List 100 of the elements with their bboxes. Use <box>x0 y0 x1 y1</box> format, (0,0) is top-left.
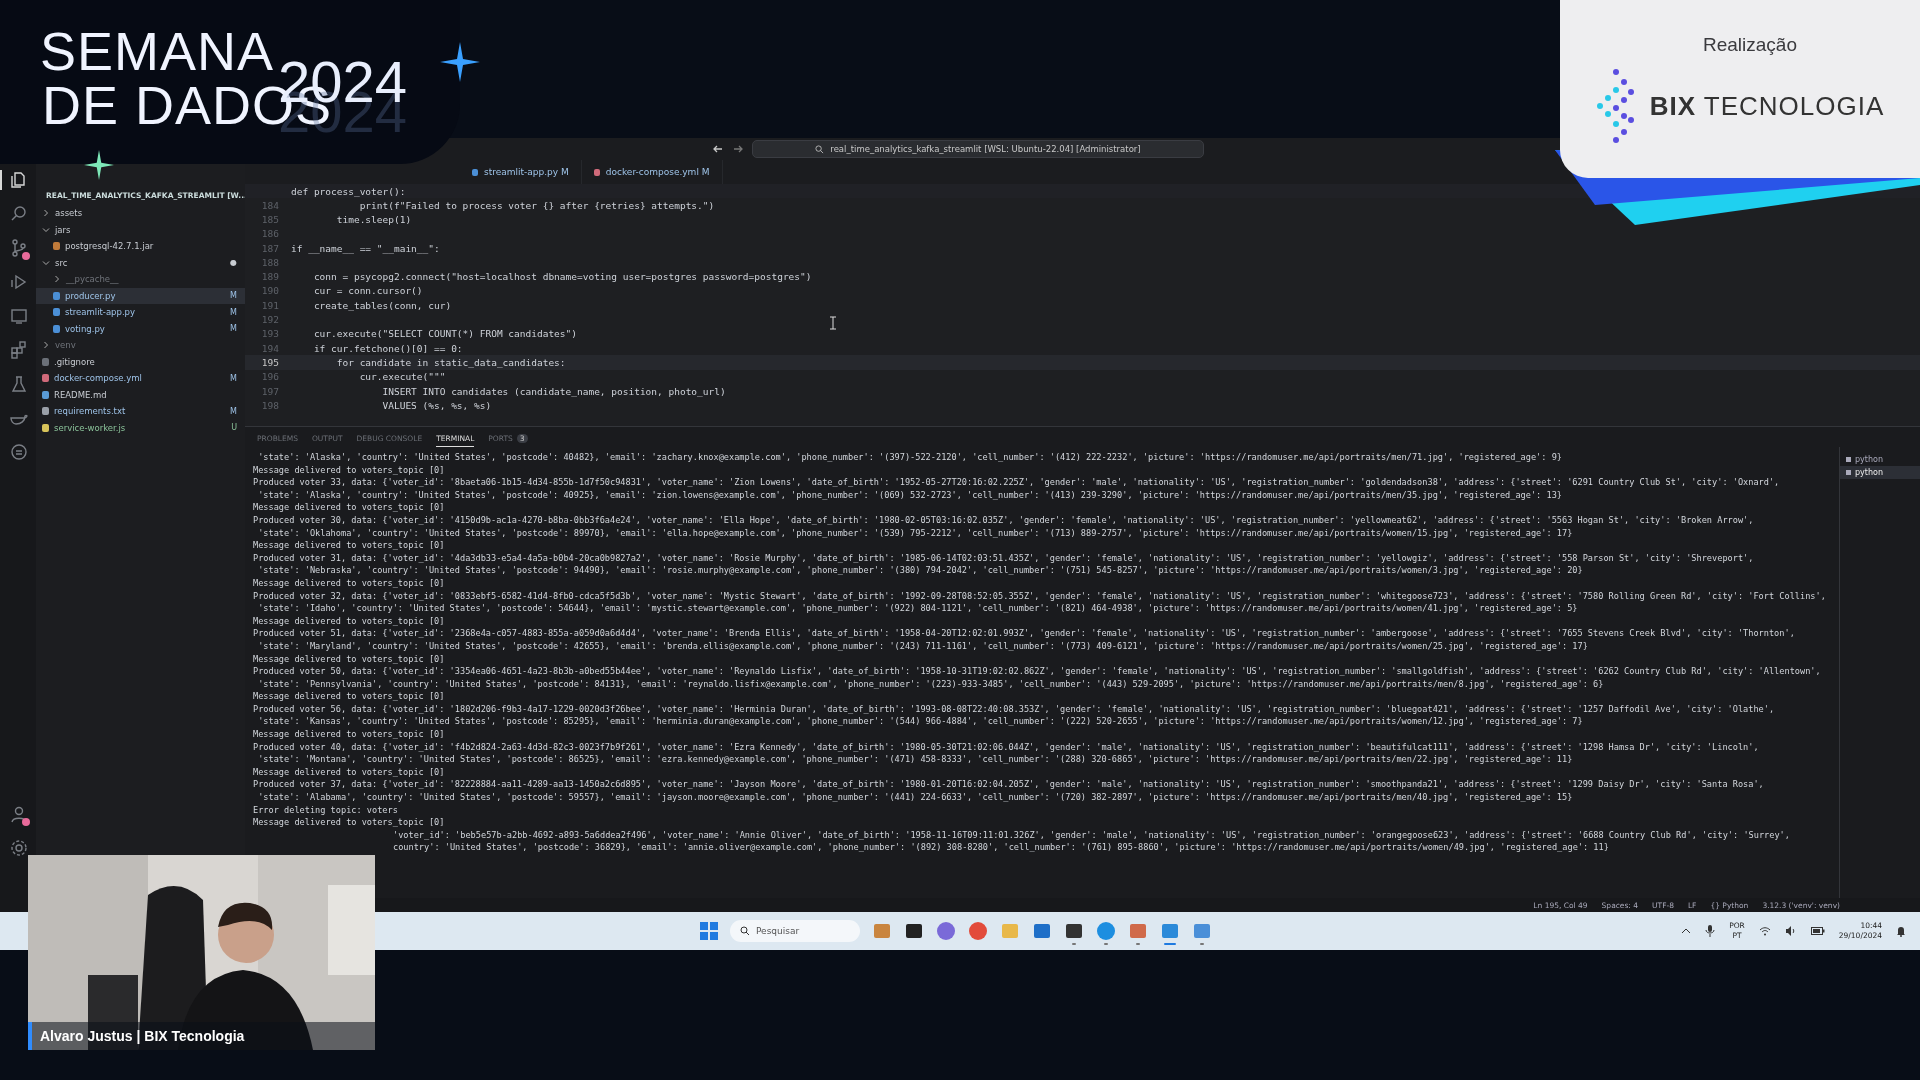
testing-icon[interactable] <box>9 374 29 394</box>
source-control-icon[interactable] <box>9 238 29 258</box>
terminal-line: 'state': 'Pennsylvania', 'country': 'United States', 'postcode': 84131}, 'email': 'reynaldo.lisfix@example.com', 'phone_number': '(223)-933-3485', 'cell_number': '(443) 529-2095', 'picture': 'https://randomuser.me/api/portraits/men/8.jpg', 'registered_age': 6} <box>257 677 1605 691</box>
code-line: cur = conn.cursor() <box>312 285 423 297</box>
file-tree-item[interactable]: streamlit-app.py M <box>36 304 245 321</box>
terminal-session[interactable]: python <box>1840 466 1920 479</box>
settings-icon[interactable] <box>9 838 29 858</box>
wifi-icon[interactable] <box>1758 926 1771 936</box>
terminal-line: 'state': 'Alabama', 'country': 'United States', 'postcode': 59557}, 'email': 'jayson.moore@example.com', 'phone_number': '(441) 224-6633', 'cell_number': '(720) 382-2897', 'picture': 'https://randomuser.me/api/portraits/men/40.jpg', 'registered_age': 15} <box>257 791 1574 804</box>
terminal-line: 'state': 'Kansas', 'country': 'United States', 'postcode': 85295}, 'email': 'herminia.duran@example.com', 'phone_number': '(544) 966-4884', 'cell_number': '(222) 520-2655', 'picture': 'https://randomuser.me/api/portraits/women/12.jpg', 'registered_age': 7} <box>257 715 1584 729</box>
terminal-line: Error deleting topic: voters <box>253 803 399 817</box>
code-line: if cur.fetchone()[0] == 0: <box>312 342 463 354</box>
file-tree-item[interactable]: __pycache__ <box>36 271 245 288</box>
terminal-session[interactable]: python <box>1840 453 1920 466</box>
terminal-line: Message delivered to voters_topic [0] <box>253 463 446 477</box>
terminal-line: Message delivered to voters_topic [0] <box>253 765 446 779</box>
git-status: U <box>231 423 237 433</box>
extensions-icon[interactable] <box>9 340 29 360</box>
file-tree-item[interactable]: jars <box>36 221 245 238</box>
command-center[interactable]: real_time_analytics_kafka_streamlit [WSL: Ubuntu-22.04] [Administrator] <box>752 140 1204 158</box>
search-icon <box>815 144 825 154</box>
py-file-icon <box>472 168 478 176</box>
git-status: M <box>230 406 237 416</box>
terminal-line: Message delivered to voters_topic [0] <box>253 652 446 666</box>
chevron-up-icon[interactable] <box>1681 926 1692 936</box>
file-tree-item[interactable]: assets <box>36 205 245 222</box>
git-file-icon <box>42 357 49 366</box>
line-number: 195 <box>260 356 280 368</box>
line-number: 198 <box>260 399 280 411</box>
file-tree-item[interactable]: docker-compose.yml M <box>36 370 245 387</box>
line-number: 197 <box>260 385 280 397</box>
file-tree-item[interactable]: requirements.txt M <box>36 403 245 420</box>
terminal-line: Message delivered to voters_topic [0] <box>253 690 446 703</box>
yml-file-icon <box>42 374 49 383</box>
git-status: M <box>230 373 237 383</box>
line-number: 196 <box>260 371 280 383</box>
file-tree-item[interactable]: README.md <box>36 386 245 403</box>
terminal-line: Produced voter 50, data: {'voter_id': '3354ea06-4651-4a23-8b3b-a0bed55b44ee', 'voter_name': 'Reynaldo Lisfix', 'date_of_birth': '1958-10-31T19:02:02.862Z', 'gender': 'female', 'nationality': 'US', 'registration_number': 'smallgoldfish', 'address': {'street': '6262 Country Club Rd', 'city': 'Allentown', <box>253 665 1822 678</box>
git-status: M <box>230 324 237 334</box>
terminal-line: Message delivered to voters_topic [0] <box>253 728 446 741</box>
file-tree-item[interactable]: service-worker.js U <box>36 419 245 436</box>
file-tree-item[interactable]: venv <box>36 337 245 354</box>
terminal-line: Message delivered to voters_topic [0] <box>253 816 446 829</box>
git-status: ● <box>230 258 237 268</box>
code-line: if __name__ == "__main__": <box>291 242 440 254</box>
terminal-line: Message delivered to voters_topic [0] <box>253 539 446 552</box>
yml-file-icon <box>593 168 600 176</box>
terminal-icon <box>1846 457 1851 462</box>
code-line: create_tables(conn, cur) <box>312 299 452 311</box>
terminal-line: 'state': 'Maryland', 'country': 'United States', 'postcode': 42655}, 'email': 'brenda.ellis@example.com', 'phone_number': '(243) 711-1161', 'cell_number': '(773) 409-6121', 'picture': 'https://randomuser.me/api/portraits/women/25.jpg', 'registered_age': 17} <box>257 639 1589 653</box>
file-tree-item[interactable]: postgresql-42.7.1.jar <box>36 238 245 255</box>
forward-arrow-icon[interactable] <box>732 143 744 155</box>
terminal-line: Message delivered to voters_topic [0] <box>253 501 446 514</box>
event-title: SEMANA <box>40 24 276 78</box>
git-status: M <box>230 307 237 317</box>
speaker-icon[interactable] <box>1784 926 1797 936</box>
file-tree-item[interactable]: voting.py M <box>36 320 245 337</box>
battery-icon[interactable] <box>1810 927 1825 935</box>
txt-file-icon <box>42 407 49 416</box>
terminal-line: 'state': 'Montana', 'country': 'United States', 'postcode': 86525}, 'email': 'ezra.kennedy@example.com', 'phone_number': '(471) 458-8333', 'cell_number': '(288) 320-6865', 'picture': 'https://randomuser.me/api/portraits/men/22.jpg', 'registered_age': 11} <box>257 753 1574 766</box>
line-number: 192 <box>260 314 280 325</box>
line-number: 187 <box>260 242 280 254</box>
file-tree-item[interactable]: .gitignore <box>36 353 245 370</box>
code-line: cur.execute(""" <box>358 371 446 383</box>
line-number: 188 <box>260 256 280 268</box>
terminal-line: Produced voter 30, data: {'voter_id': '4150d9b-ac1a-4270-b8ba-0bb3f6a4e24', 'voter_name': 'Ella Hope', 'date_of_birth': '1980-02-05T03:16:02.035Z', 'gender': 'female', 'nationality': 'US', 'registration_number': 'yellowmeat62', 'address': {'street': '5563 Hogan St', 'city': 'Broken Arrow', <box>253 513 1755 527</box>
remote-icon[interactable] <box>9 306 29 326</box>
sparkle-icon <box>440 42 480 82</box>
back-arrow-icon[interactable] <box>712 143 724 155</box>
jar-file-icon <box>53 242 60 251</box>
code-line: VALUES (%s, %s, %s) <box>381 399 492 411</box>
search-field[interactable]: Pesquisar <box>730 920 860 942</box>
microphone-icon[interactable] <box>1705 925 1716 937</box>
line-number: 190 <box>260 285 280 297</box>
terminal-line: Message delivered to voters_topic [0] <box>253 576 446 590</box>
code-line: INSERT INTO candidates (candidate_name, position, photo_url) <box>381 385 726 397</box>
search-icon <box>740 926 750 936</box>
speaker-name: Alvaro Justus | BIX Tecnologia <box>28 1022 375 1050</box>
terminal-line: country': 'United States', 'postcode': 36829}, 'email': 'annie.oliver@example.com', 'phone_number': '(892) 308-8280', 'cell_number': '(761) 895-8860', 'picture': 'https://randomuser.me/api/portraits/women/49.jpg', 'registered_age': 11} <box>392 841 1610 854</box>
line-number: 189 <box>260 271 280 283</box>
dots-logo-icon <box>1595 68 1636 144</box>
line-number: 193 <box>260 328 280 340</box>
terminal-line: 'voter_id': 'beb5e57b-a2bb-4692-a893-5a6ddea2f496', 'voter_name': 'Annie Oliver', 'date_of_birth': '1958-11-16T09:11:01.326Z', 'gender': 'male', 'nationality': 'US', 'registration_number': 'orangegoose623', 'address': {'street': '6688 Country Club Rd', 'city': 'Surrey', <box>392 828 1791 842</box>
md-file-icon <box>42 390 49 399</box>
line-number: 186 <box>260 228 280 240</box>
text-cursor-icon <box>830 316 836 330</box>
line-number: 184 <box>260 199 280 211</box>
code-line: time.sleep(1) <box>335 213 412 225</box>
file-tree-item[interactable]: src ● <box>36 254 245 271</box>
code-line: cur.execute("SELECT COUNT(*) FROM candidates") <box>312 328 577 340</box>
windows-start-icon[interactable] <box>700 922 718 940</box>
terminal-line: Produced voter 33, data: {'voter_id': '8baeta06-1b15-4d34-855b-1d7f50c94831', 'voter_name': 'Zion Lowens', 'date_of_birth': '1952-05-27T20:16:02.225Z', 'gender': 'male', 'nationality': 'US', 'registration_number': 'goldendadson38', 'address': {'street': '6291 Country Club St', 'city': 'Oxnard', <box>253 476 1781 489</box>
terminal-line: Produced voter 31, data: {'voter_id': '4da3db33-e5a4-4a5a-b0b4-20ca0b9827a2', 'voter_name': 'Rosie Murphy', 'date_of_birth': '1985-06-14T02:03:51.435Z', 'gender': 'female', 'nationality': 'US', 'registration_number': 'yellowgiz', 'address': {'street': '558 Parson St', 'city': 'Shreveport', <box>253 551 1755 565</box>
bell-icon[interactable] <box>1896 925 1906 937</box>
terminal-line: 'state': 'Nebraska', 'country': 'United States', 'postcode': 94490}, 'email': 'rosie.murphy@example.com', 'phone_number': '(380) 794-2042', 'cell_number': '(751) 545-8257', 'picture': 'https://randomuser.me/api/portraits/women/3.jpg', 'registered_age': 20} <box>257 564 1584 577</box>
code-line: print(f"Failed to process voter {} after {retries} attempts.") <box>358 199 715 211</box>
sparkle-icon <box>84 150 114 180</box>
file-tree-item[interactable]: producer.py M <box>36 287 245 304</box>
terminal-line: Produced voter 56, data: {'voter_id': '1802d206-f9b3-4a17-1229-0020d3f26bee', 'voter_name': 'Herminia Duran', 'date_of_birth': '1993-08-08T22:40:08.353Z', 'gender': 'female', 'nationality': 'US', 'registration_number': 'bluegoat421', 'address': {'street': '1257 Daffodil Ave', 'city': 'Olathe', <box>253 702 1776 716</box>
code-line: conn = psycopg2.connect("host=localhost dbname=voting user=postgres password=postgres") <box>312 271 812 283</box>
